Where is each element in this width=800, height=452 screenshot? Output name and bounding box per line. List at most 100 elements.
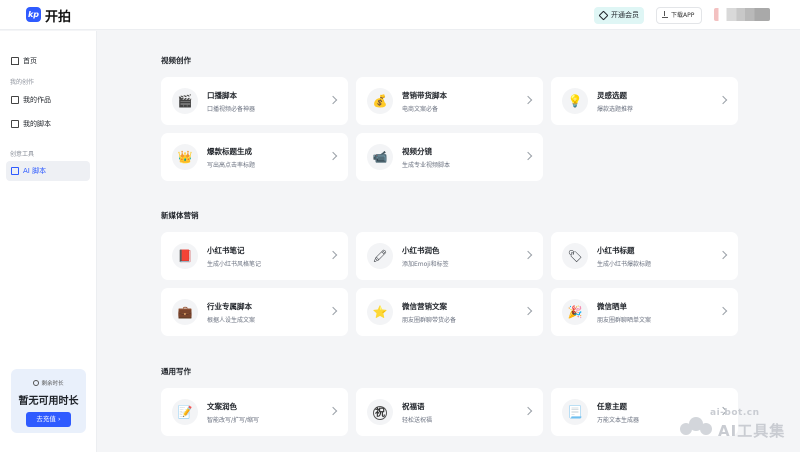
diamond-icon (598, 10, 609, 21)
section-title: 通用写作 (161, 367, 191, 376)
memo-icon: 📝 (172, 399, 198, 425)
script-icon (11, 120, 19, 128)
card-title: 祝福语 (402, 402, 425, 411)
watermark-text: AI工具集 (718, 422, 786, 440)
top-bar: kp 开拍 开通会员 下载APP (0, 0, 800, 30)
tool-card[interactable]: ⭐ 微信营销文案朋友圈群聊带货必备 (356, 288, 543, 336)
sidebar-item-home[interactable]: 首页 (6, 51, 90, 71)
card-description: 根据人设生成文案 (207, 317, 256, 324)
chevron-right-icon (523, 95, 533, 105)
sidebar-item-label: 首页 (23, 57, 37, 65)
card-title: 视频分镜 (402, 147, 432, 156)
recharge-button[interactable]: 去充值 › (26, 412, 71, 427)
chevron-right-icon (718, 95, 728, 105)
tool-card[interactable]: 📕 小红书笔记生成小红书风格笔记 (161, 232, 348, 280)
download-app-label: 下载APP (671, 12, 695, 19)
tag-icon: 🏷 (562, 243, 588, 269)
vip-button[interactable]: 开通会员 (594, 7, 644, 24)
download-app-button[interactable]: 下载APP (656, 7, 702, 24)
card-description: 生成小红书风格笔记 (207, 261, 262, 268)
card-description: 朋友圈群聊晒单文案 (597, 317, 652, 324)
vip-button-label: 开通会员 (611, 11, 639, 19)
tool-card[interactable]: 🖍 小红书润色添加Emoji和标签 (356, 232, 543, 280)
grid-icon (11, 96, 19, 104)
chevron-right-icon (523, 306, 533, 316)
card-description: 朋友圈群聊带货必备 (402, 317, 457, 324)
card-title: 小红书笔记 (207, 246, 245, 255)
tool-card[interactable]: 📝 文案润色智能改写/扩写/缩写 (161, 388, 348, 436)
card-title: 营销带货脚本 (402, 91, 447, 100)
section-title: 新媒体营销 (161, 211, 199, 220)
party-popper-icon: 🎉 (562, 299, 588, 325)
card-title: 爆款标题生成 (207, 147, 252, 156)
card-description: 生成小红书爆款标题 (597, 261, 652, 268)
money-bag-icon: 💰 (367, 88, 393, 114)
logo-icon[interactable]: kp (26, 7, 41, 22)
app-name[interactable]: 开拍 (45, 6, 71, 25)
chevron-right-icon (718, 250, 728, 260)
ai-script-icon (11, 167, 19, 175)
card-description: 写出高点击率标题 (207, 162, 256, 169)
crown-icon: 👑 (172, 144, 198, 170)
chevron-right-icon (328, 250, 338, 260)
sidebar-item-my-scripts[interactable]: 我的脚本 (6, 114, 90, 134)
document-icon: 📃 (562, 399, 588, 425)
crayon-icon: 🖍 (367, 243, 393, 269)
sidebar-group-creation: 我的创作 (10, 79, 35, 86)
sidebar-item-label: AI 脚本 (23, 167, 47, 175)
chevron-right-icon (328, 95, 338, 105)
chevron-right-icon (328, 306, 338, 316)
card-description: 生成专业视频脚本 (402, 162, 451, 169)
download-icon (662, 11, 668, 18)
tool-card[interactable]: 💡 灵感选题爆款选题推荐 (551, 77, 738, 125)
chevron-right-icon (523, 250, 533, 260)
remaining-time-value: 暂无可用时长 (18, 396, 79, 407)
card-title: 小红书润色 (402, 246, 440, 255)
tool-card[interactable]: 祝祝福语轻松送祝福 (356, 388, 543, 436)
sidebar-item-my-works[interactable]: 我的作品 (6, 90, 90, 110)
card-description: 智能改写/扩写/缩写 (207, 417, 260, 424)
chevron-right-icon (328, 151, 338, 161)
card-description: 添加Emoji和标签 (402, 261, 449, 268)
sidebar: 首页 我的创作 我的作品 我的脚本 创意工具 AI 脚本 剩余时长 暂无可用时长… (0, 31, 97, 452)
tool-card[interactable]: 🎬 口播脚本口播视频必备神器 (161, 77, 348, 125)
tool-card[interactable]: 🏷 小红书标题生成小红书爆款标题 (551, 232, 738, 280)
tool-card[interactable]: 👑 爆款标题生成 写出高点击率标题 (161, 133, 348, 181)
card-title: 任意主题 (597, 402, 627, 411)
remaining-time-label: 剩余时长 (11, 379, 86, 387)
tool-card[interactable]: 📹 视频分镜生成专业视频脚本 (356, 133, 543, 181)
card-title: 行业专属脚本 (207, 302, 252, 311)
card-title: 灵感选题 (597, 91, 627, 100)
watermark-logo-icon (680, 417, 714, 435)
tool-card[interactable]: 💰 营销带货脚本 电商文案必备 (356, 77, 543, 125)
sidebar-item-label: 我的作品 (23, 96, 51, 104)
card-title: 微信营销文案 (402, 302, 447, 311)
video-camera-icon: 📹 (367, 144, 393, 170)
sidebar-group-tools: 创意工具 (10, 151, 35, 158)
watermark-url: ai-bot.cn (710, 408, 760, 418)
tool-card[interactable]: 🎉 微信晒单朋友圈群聊晒单文案 (551, 288, 738, 336)
chevron-right-icon (523, 406, 533, 416)
chevron-right-icon (523, 151, 533, 161)
card-description: 爆款选题推荐 (597, 106, 634, 113)
tool-card[interactable]: 💼 行业专属脚本 根据人设生成文案 (161, 288, 348, 336)
card-title: 文案润色 (207, 402, 237, 411)
card-description: 万能文本生成器 (597, 417, 640, 424)
card-description: 轻松送祝福 (402, 417, 433, 424)
card-description: 口播视频必备神器 (207, 106, 256, 113)
card-title: 口播脚本 (207, 91, 237, 100)
star-icon: ⭐ (367, 299, 393, 325)
sidebar-item-ai-script[interactable]: AI 脚本 (6, 161, 90, 181)
home-icon (11, 57, 19, 65)
red-book-icon: 📕 (172, 243, 198, 269)
section-title: 视频创作 (161, 56, 191, 65)
chevron-right-icon (328, 406, 338, 416)
clock-icon (33, 380, 40, 386)
remaining-time-card: 剩余时长 暂无可用时长 去充值 › (11, 369, 86, 433)
card-title: 微信晒单 (597, 302, 627, 311)
clapper-icon: 🎬 (172, 88, 198, 114)
lightbulb-icon: 💡 (562, 88, 588, 114)
blessing-icon: 祝 (367, 399, 393, 425)
card-title: 小红书标题 (597, 246, 635, 255)
user-avatar[interactable] (714, 8, 770, 21)
